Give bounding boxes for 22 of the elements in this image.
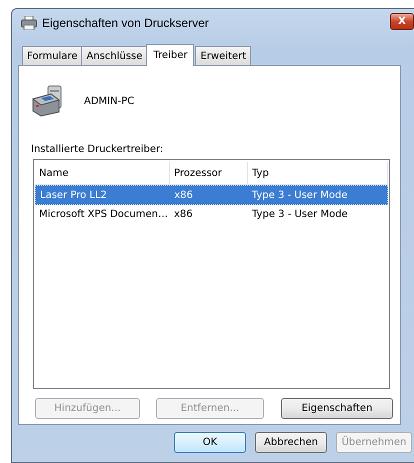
column-header[interactable]: Prozessor [170, 162, 248, 184]
dialog-button[interactable]: Abbrechen [255, 432, 327, 453]
close-button[interactable]: X [390, 12, 414, 30]
dialog-button[interactable]: OK [174, 432, 246, 453]
table-cell-text: Type 3 - User Mode [251, 208, 349, 220]
table-cell-text: x86 [173, 208, 194, 220]
table-cell-text: Microsoft XPS Documen… [38, 208, 169, 220]
tab[interactable]: Erweitert [195, 46, 252, 65]
server-name: ADMIN-PC [84, 96, 134, 106]
window-title: Eigenschaften von Druckserver [42, 16, 210, 30]
table-cell-text: Type 3 - User Mode [250, 190, 348, 200]
selected-row[interactable]: Laser Pro LL2 x86 Type 3 - User Mode [35, 185, 388, 205]
table-cell-text: Laser Pro LL2 [39, 190, 108, 200]
printer-icon [21, 16, 37, 30]
tab[interactable]: Formulare [22, 46, 82, 65]
dialog-button[interactable]: Eigenschaften [281, 398, 393, 419]
column-header[interactable]: Typ [248, 162, 388, 184]
table-cell-text: x86 [173, 190, 194, 200]
list-label: Installierte Druckertreiber: [31, 144, 164, 157]
tab[interactable]: Anschlüsse [81, 46, 148, 65]
column-header[interactable]: Name [35, 162, 170, 184]
tab[interactable]: Treiber [146, 44, 194, 66]
